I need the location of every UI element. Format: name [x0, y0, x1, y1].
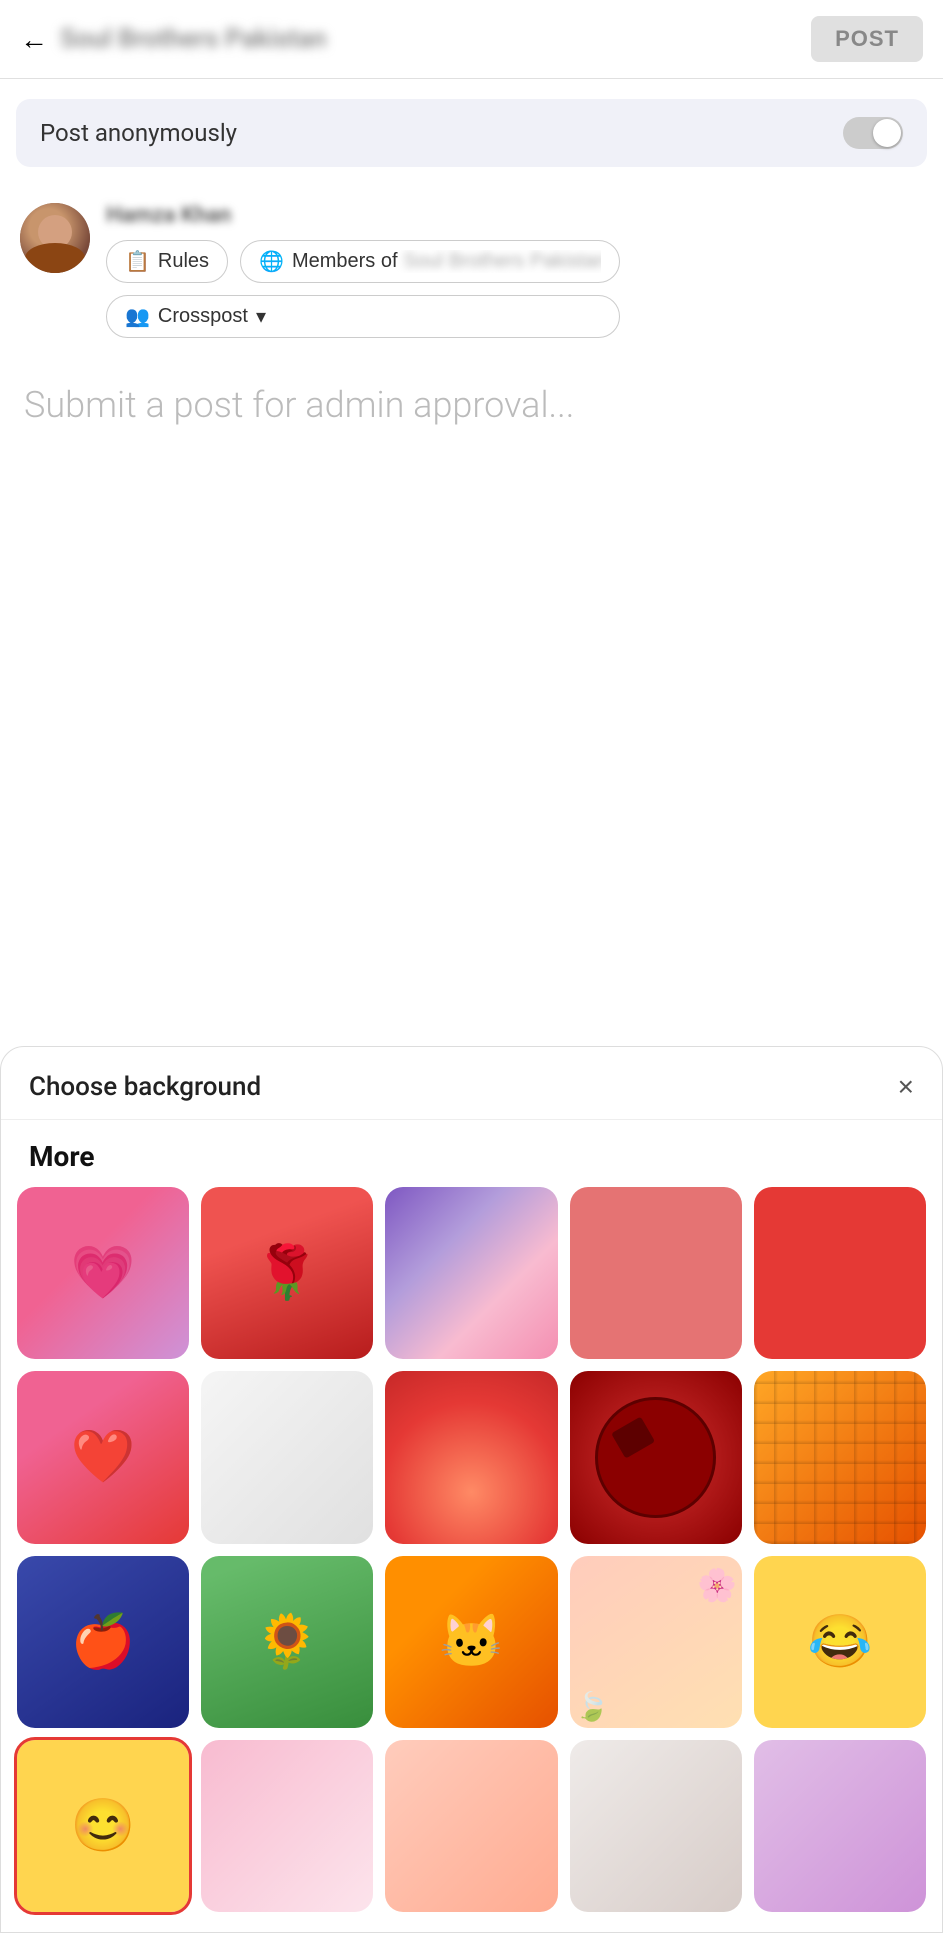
members-button[interactable]: 🌐 Members of Soul Brothers Pakistan [240, 240, 620, 283]
heart-red-emoji: ❤️ [71, 1431, 136, 1483]
back-button[interactable]: ← [20, 23, 48, 56]
bg-section-title: More [1, 1120, 942, 1187]
anonymous-toggle-row: Post anonymously [16, 99, 927, 167]
bg-item-grey-gradient[interactable] [201, 1371, 373, 1543]
bg-item-waffle[interactable] [754, 1371, 926, 1543]
bg-item-pink2[interactable] [201, 1740, 373, 1912]
anonymous-label: Post anonymously [40, 119, 237, 147]
rules-label: Rules [158, 250, 209, 273]
waffle-pattern-bg [754, 1371, 926, 1543]
bg-item-hearts[interactable]: 💗 [17, 1187, 189, 1359]
bg-item-heart-red[interactable]: ❤️ [17, 1371, 189, 1543]
bg-item-apple[interactable]: 🍎 [17, 1556, 189, 1728]
bg-item-solid-red[interactable] [754, 1187, 926, 1359]
laugh-emoji: 😂 [808, 1616, 873, 1668]
header-title: Soul Brothers Pakistan [60, 24, 327, 54]
post-input-area[interactable]: Submit a post for admin approval... [0, 354, 943, 456]
user-info: Hamza Khan 📋 Rules 🌐 Members of Soul Bro… [106, 203, 620, 338]
purple-abstract-bg [385, 1187, 557, 1359]
bg-item-solid-pink[interactable] [570, 1187, 742, 1359]
bg-item-laugh[interactable]: 😂 [754, 1556, 926, 1728]
background-grid: 💗 🌹 ❤️ 🍎 🌻 🐱 [1, 1187, 942, 1912]
bg-item-purple-abstract[interactable] [385, 1187, 557, 1359]
username: Hamza Khan [106, 203, 620, 228]
crosspost-button[interactable]: 👥 Crosspost ▾ [106, 295, 620, 338]
user-row: Hamza Khan 📋 Rules 🌐 Members of Soul Bro… [0, 187, 943, 354]
bg-item-smile[interactable]: 😊 [17, 1740, 189, 1912]
rules-icon: 📋 [125, 249, 150, 274]
bg-panel-header: Choose background × [1, 1047, 942, 1120]
bg-panel-title: Choose background [29, 1072, 261, 1102]
bg-item-skin[interactable] [570, 1740, 742, 1912]
crosspost-label: Crosspost [158, 305, 248, 328]
bg-item-lavender[interactable] [754, 1740, 926, 1912]
app-header: ← Soul Brothers Pakistan POST [0, 0, 943, 79]
football-ball-icon [595, 1397, 716, 1518]
post-button[interactable]: POST [811, 16, 923, 62]
sunflower-emoji: 🌻 [255, 1616, 320, 1668]
rules-button[interactable]: 📋 Rules [106, 240, 228, 283]
anonymous-toggle[interactable] [843, 117, 903, 149]
bg-item-sunset[interactable] [385, 1371, 557, 1543]
avatar [20, 203, 90, 273]
smile-emoji: 😊 [71, 1800, 136, 1852]
members-prefix: Members of [292, 250, 398, 272]
avatar-image [20, 203, 90, 273]
apple-emoji: 🍎 [71, 1616, 136, 1668]
rose-emoji: 🌹 [255, 1247, 320, 1299]
bg-item-cat[interactable]: 🐱 [385, 1556, 557, 1728]
hearts-emoji: 💗 [71, 1247, 136, 1299]
bg-item-sunflower[interactable]: 🌻 [201, 1556, 373, 1728]
bg-item-rose[interactable]: 🌹 [201, 1187, 373, 1359]
close-panel-button[interactable]: × [898, 1071, 914, 1103]
members-text: Members of Soul Brothers Pakistan [292, 250, 601, 273]
choose-background-panel: Choose background × More 💗 🌹 ❤️ 🍎 [0, 1046, 943, 1933]
bg-item-floral[interactable] [570, 1556, 742, 1728]
crosspost-chevron-icon: ▾ [256, 304, 266, 329]
header-left: ← Soul Brothers Pakistan [20, 23, 327, 56]
members-icon: 🌐 [259, 249, 284, 274]
crosspost-icon: 👥 [125, 304, 150, 329]
bg-item-football[interactable] [570, 1371, 742, 1543]
cat-emoji: 🐱 [439, 1616, 504, 1668]
floral-bg-design [570, 1556, 742, 1728]
toggle-knob [873, 119, 901, 147]
bg-item-peach[interactable] [385, 1740, 557, 1912]
action-buttons-row: 📋 Rules 🌐 Members of Soul Brothers Pakis… [106, 240, 620, 283]
members-group-name: Soul Brothers Pakistan [403, 250, 601, 272]
